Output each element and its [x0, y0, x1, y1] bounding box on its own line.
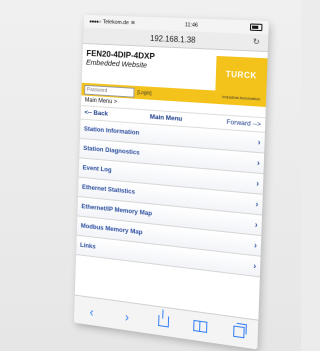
bookmarks-button[interactable] — [192, 318, 208, 335]
share-icon — [158, 314, 169, 326]
tabs-icon — [233, 325, 245, 338]
chevron-right-icon: › — [257, 158, 260, 168]
chevron-right-icon: › — [256, 179, 259, 189]
page-title: Main Menu — [150, 114, 183, 123]
wifi-icon: ≋ — [131, 20, 136, 26]
book-icon — [193, 319, 207, 332]
chevron-right-icon: › — [254, 241, 257, 251]
phone-screen: ●●●●○ Telekom.de ≋ 11:46 192.168.1.38 ↻ … — [74, 15, 269, 350]
chevron-right-icon: › — [253, 261, 256, 271]
menu-item-label: Modbus Memory Map — [81, 223, 143, 237]
carrier-group: ●●●●○ Telekom.de ≋ — [89, 18, 135, 26]
turck-logo: TURCK — [215, 56, 267, 94]
menu-item-label: Event Log — [83, 164, 112, 173]
chevron-right-icon: › — [255, 199, 258, 209]
login-link[interactable]: [Login] — [137, 89, 151, 96]
share-button[interactable] — [155, 313, 171, 330]
menu-item-label: Ethernet Statistics — [82, 184, 135, 196]
tabs-button[interactable] — [230, 324, 247, 342]
forward-chevron-icon[interactable]: › — [119, 308, 135, 325]
signal-icon: ●●●●○ — [89, 18, 101, 24]
carrier-label: Telekom.de — [103, 19, 129, 26]
tagline: Industrial Automation — [222, 95, 263, 102]
back-link[interactable]: <-- Back — [84, 109, 108, 117]
battery-icon — [250, 23, 263, 31]
chevron-right-icon: › — [258, 138, 261, 147]
forward-link[interactable]: Forward --> — [226, 119, 261, 129]
menu-item-label: Station Information — [84, 126, 140, 137]
reload-icon[interactable]: ↻ — [253, 37, 260, 47]
menu-item-label: Station Diagnostics — [83, 145, 140, 157]
clock: 11:46 — [185, 22, 198, 29]
url-text: 192.168.1.38 — [150, 33, 196, 44]
title-block: FEN20-4DIP-4DXP Embedded Website — [82, 44, 217, 91]
chevron-right-icon: › — [255, 220, 258, 230]
menu-item-label: Ethernet/IP Memory Map — [81, 203, 152, 217]
menu-item-label: Links — [80, 242, 96, 251]
back-chevron-icon[interactable]: ‹ — [84, 303, 99, 320]
main-menu: Station Information › Station Diagnostic… — [76, 120, 265, 278]
